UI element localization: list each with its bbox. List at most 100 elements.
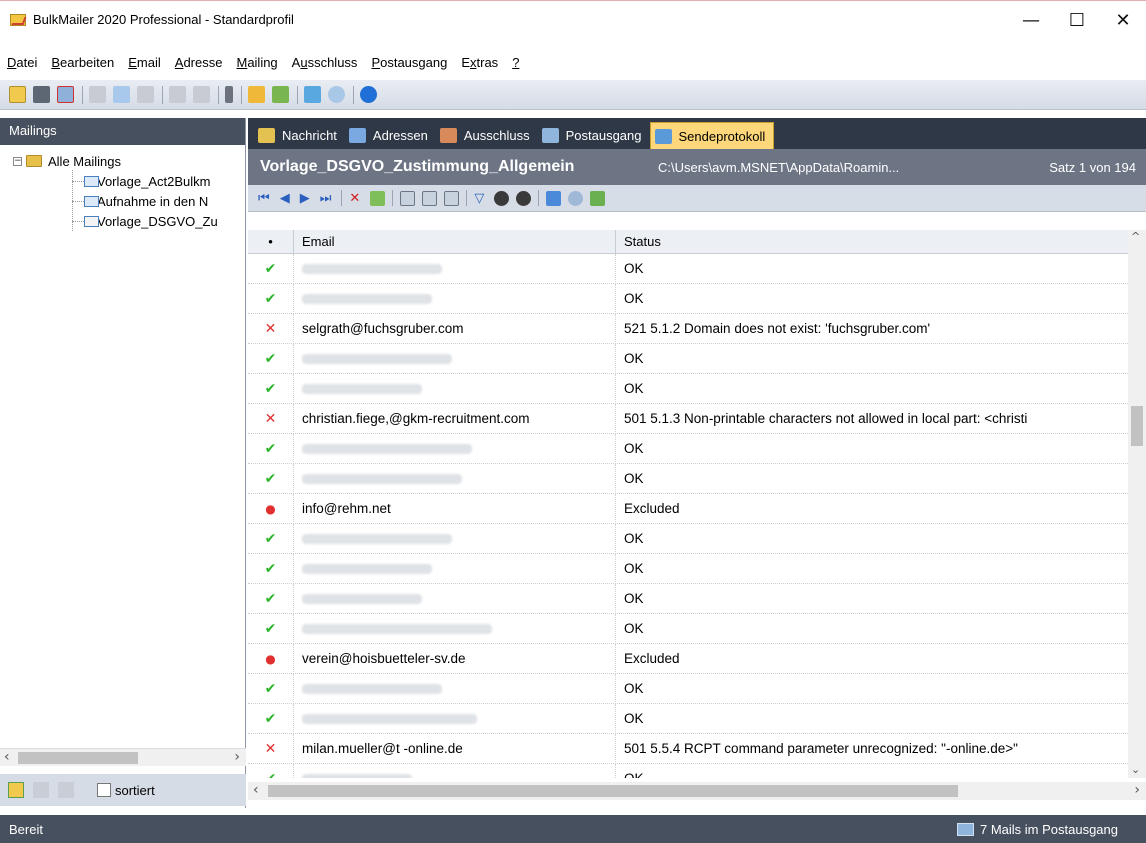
grid-horizontal-scrollbar[interactable]: ‹ › <box>248 782 1146 800</box>
email-cell[interactable] <box>294 703 616 734</box>
table-row[interactable]: ✔ OK <box>248 343 1128 374</box>
menu-item[interactable]: Email <box>121 55 168 70</box>
find-icon[interactable] <box>494 190 510 206</box>
status-cell[interactable]: OK <box>616 674 1128 704</box>
tab-postausgang[interactable]: Postausgang <box>538 122 650 149</box>
status-cell[interactable]: OK <box>616 704 1128 734</box>
menu-item[interactable]: Ausschluss <box>285 55 365 70</box>
minimize-button[interactable]: — <box>1008 1 1054 39</box>
scroll-right-icon[interactable]: › <box>234 749 240 765</box>
help-icon[interactable] <box>360 86 377 103</box>
table-row[interactable]: ✔ OK <box>248 553 1128 584</box>
email-cell[interactable]: christian.fiege,@gkm-recruitment.com <box>294 403 616 434</box>
email-cell[interactable] <box>294 433 616 464</box>
remove-mailing-icon[interactable] <box>58 782 74 798</box>
email-cell[interactable]: info@rehm.net <box>294 493 616 524</box>
sort-checkbox[interactable] <box>97 783 111 797</box>
column-header-email[interactable]: Email <box>294 230 616 253</box>
scroll-left-icon[interactable]: ‹ <box>4 749 10 765</box>
scrollbar-thumb[interactable] <box>268 785 958 797</box>
status-cell[interactable]: OK <box>616 614 1128 644</box>
email-cell[interactable] <box>294 253 616 284</box>
table-row[interactable]: ✕ christian.fiege,@gkm-recruitment.com 501… <box>248 403 1128 434</box>
tab-adressen[interactable]: Adressen <box>345 122 436 149</box>
table-row[interactable]: ✔ OK <box>248 583 1128 614</box>
table-row[interactable]: ✔ OK <box>248 463 1128 494</box>
table-row[interactable]: ✕ milan.mueller@t -online.de 501 5.5.4 RCP… <box>248 733 1128 764</box>
column-header-marker[interactable]: • <box>248 230 294 253</box>
tree-item-mailing[interactable]: Aufnahme in den N <box>0 191 245 211</box>
maximize-button[interactable]: ☐ <box>1054 1 1100 39</box>
remove-row-icon[interactable] <box>444 190 460 206</box>
menu-item[interactable]: Postausgang <box>364 55 454 70</box>
save-icon[interactable] <box>33 86 50 103</box>
status-cell[interactable]: OK <box>616 344 1128 374</box>
status-cell[interactable]: OK <box>616 764 1128 779</box>
menu-item[interactable]: Adresse <box>168 55 230 70</box>
email-cell[interactable] <box>294 763 616 778</box>
cut-icon[interactable] <box>89 86 106 103</box>
cloud-icon[interactable] <box>568 190 584 206</box>
menu-item[interactable]: Datei <box>0 55 44 70</box>
status-cell[interactable]: OK <box>616 284 1128 314</box>
column-header-status[interactable]: Status <box>616 230 1128 253</box>
filter-icon[interactable]: ▽ <box>474 191 484 206</box>
table-row[interactable]: ✔ OK <box>248 253 1128 284</box>
new-mailing-icon[interactable] <box>9 86 26 103</box>
send-icon[interactable] <box>272 86 289 103</box>
menu-item[interactable]: ? <box>505 55 526 70</box>
refresh-icon[interactable] <box>370 190 386 206</box>
status-cell[interactable]: OK <box>616 464 1128 494</box>
import-icon[interactable] <box>248 86 265 103</box>
status-cell[interactable]: Excluded <box>616 644 1128 674</box>
tree-horizontal-scrollbar[interactable]: ‹ › <box>0 748 246 766</box>
attachment-icon[interactable] <box>225 86 233 103</box>
undo-icon[interactable] <box>169 86 186 103</box>
last-record-icon[interactable]: ⏭ <box>320 191 332 206</box>
next-record-icon[interactable]: ▶ <box>300 191 310 206</box>
tree-item-mailing[interactable]: Vorlage_Act2Bulkm <box>0 171 245 191</box>
email-cell[interactable] <box>294 523 616 554</box>
table-row[interactable]: ✔ OK <box>248 673 1128 704</box>
status-cell[interactable]: OK <box>616 434 1128 464</box>
status-cell[interactable]: 501 5.1.3 Non-printable characters not a… <box>616 404 1128 434</box>
table-row[interactable]: ✕ selgrath@fuchsgruber.com 521 5.1.2 Domai… <box>248 313 1128 344</box>
email-cell[interactable] <box>294 343 616 374</box>
email-cell[interactable]: milan.mueller@t -online.de <box>294 733 616 764</box>
email-cell[interactable]: selgrath@fuchsgruber.com <box>294 313 616 344</box>
tree-item-mailing-selected[interactable]: Vorlage_DSGVO_Zu <box>0 211 245 231</box>
table-row[interactable]: ✔ OK <box>248 523 1128 554</box>
table-row[interactable]: ✔ OK <box>248 613 1128 644</box>
table-row[interactable]: ● verein@hoisbuetteler-sv.de Excluded <box>248 643 1128 674</box>
export-icon[interactable] <box>304 86 321 103</box>
columns-icon[interactable] <box>400 190 416 206</box>
insert-row-icon[interactable] <box>422 190 438 206</box>
scroll-left-icon[interactable]: ‹ <box>253 782 259 798</box>
tab-sendeprotokoll[interactable]: Sendeprotokoll <box>649 122 775 149</box>
menu-item[interactable]: Mailing <box>229 55 284 70</box>
database-icon[interactable] <box>546 190 562 206</box>
email-cell[interactable] <box>294 583 616 614</box>
grid-vertical-scrollbar[interactable]: ^ ⌄ <box>1128 230 1146 778</box>
close-button[interactable]: ✕ <box>1100 1 1146 39</box>
delete-record-icon[interactable]: ✕ <box>349 191 360 206</box>
status-cell[interactable]: 521 5.1.2 Domain does not exist: 'fuchsg… <box>616 314 1128 344</box>
scrollbar-thumb[interactable] <box>18 752 138 764</box>
copy-icon[interactable] <box>113 86 130 103</box>
redo-icon[interactable] <box>193 86 210 103</box>
tab-ausschluss[interactable]: Ausschluss <box>436 122 538 149</box>
email-cell[interactable] <box>294 673 616 704</box>
find-next-icon[interactable] <box>516 190 532 206</box>
previous-record-icon[interactable]: ◀ <box>280 191 290 206</box>
table-row[interactable]: ✔ OK <box>248 703 1128 734</box>
email-cell[interactable]: verein@hoisbuetteler-sv.de <box>294 643 616 674</box>
edit-mailing-icon[interactable] <box>33 782 49 798</box>
table-row[interactable]: ✔ OK <box>248 763 1128 779</box>
status-cell[interactable]: OK <box>616 374 1128 404</box>
status-cell[interactable]: OK <box>616 524 1128 554</box>
delete-mailing-icon[interactable] <box>57 86 74 103</box>
email-cell[interactable] <box>294 463 616 494</box>
export-data-icon[interactable] <box>590 190 606 206</box>
status-cell[interactable]: OK <box>616 554 1128 584</box>
collapse-icon[interactable]: − <box>13 156 22 166</box>
